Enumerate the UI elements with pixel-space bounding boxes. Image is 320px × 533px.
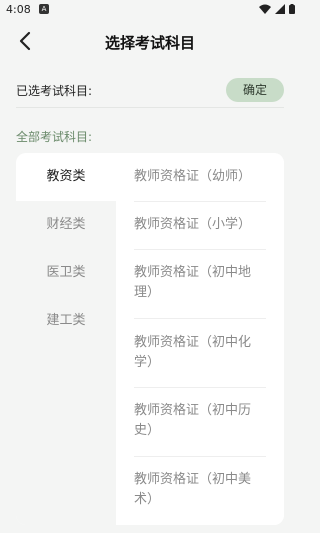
signal-icon: [275, 4, 285, 14]
subject-item[interactable]: 教师资格证（幼师）: [134, 167, 266, 202]
selected-subjects-label: 已选考试科目:: [16, 84, 93, 98]
wifi-icon: [259, 4, 271, 14]
category-item-caijing[interactable]: 财经类: [16, 201, 116, 249]
subject-list: 教师资格证（幼师） 教师资格证（小学） 教师资格证（初中地理） 教师资格证（初中…: [116, 153, 284, 525]
page-title: 选择考试科目: [104, 34, 195, 52]
category-list: 教资类 财经类 医卫类 建工类: [16, 153, 116, 525]
status-bar: 4:08 A: [0, 0, 300, 20]
subject-item[interactable]: 教师资格证（初中历史）: [134, 401, 266, 457]
header: 选择考试科目: [0, 20, 300, 64]
category-item-jiaozi[interactable]: 教资类: [16, 153, 116, 201]
subject-item[interactable]: 教师资格证（初中地理）: [134, 263, 266, 319]
category-item-jiangong[interactable]: 建工类: [16, 297, 116, 345]
selected-subjects-row: 已选考试科目: 确定: [16, 77, 284, 108]
confirm-button[interactable]: 确定: [226, 78, 284, 102]
subject-item[interactable]: 教师资格证（小学）: [134, 215, 266, 250]
battery-icon: [289, 4, 295, 14]
subject-picker-card: 教资类 财经类 医卫类 建工类 教师资格证（幼师） 教师资格证（小学） 教师资格…: [16, 153, 284, 525]
subject-item[interactable]: 教师资格证（初中美术）: [134, 470, 266, 525]
category-item-yiwei[interactable]: 医卫类: [16, 249, 116, 297]
subject-item[interactable]: 教师资格证（初中化学）: [134, 333, 266, 388]
status-icons: [259, 4, 295, 14]
status-time: 4:08: [6, 3, 31, 16]
all-subjects-label: 全部考试科目:: [16, 130, 93, 144]
notification-icon: A: [39, 4, 49, 14]
